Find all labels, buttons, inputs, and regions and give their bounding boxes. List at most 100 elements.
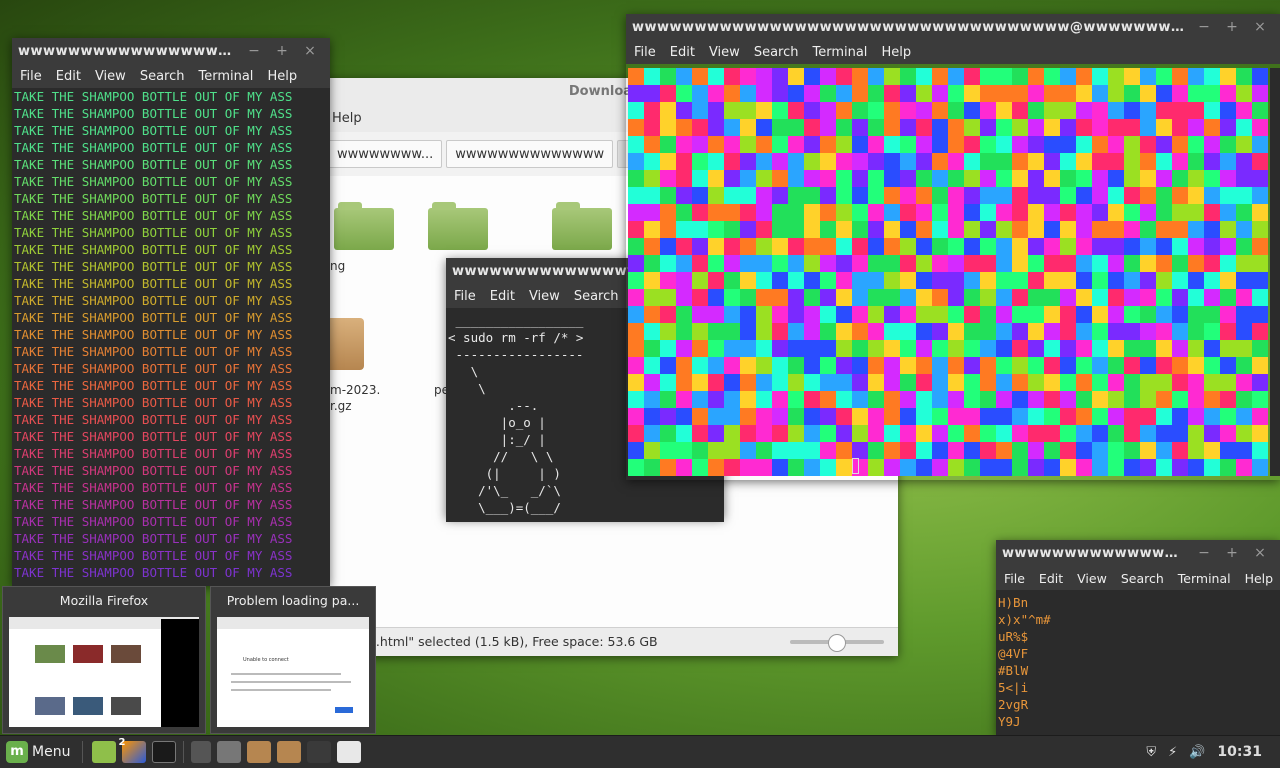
menu-help[interactable]: Help [877, 45, 917, 60]
window-title: wwwwwwwwwwwwwwww... [1002, 545, 1190, 561]
window-preview-firefox[interactable]: Mozilla Firefox [2, 586, 206, 734]
breadcrumb: wwwwwwww... wwwwwwwwwwwwww ⬇ D [328, 140, 665, 168]
menu-view[interactable]: View [705, 45, 746, 60]
close-button[interactable]: × [1246, 19, 1274, 35]
menu-file[interactable]: File [16, 69, 48, 84]
menu-edit[interactable]: Edit [52, 69, 87, 84]
zoom-slider[interactable] [790, 634, 884, 652]
text-editor-icon[interactable] [337, 741, 362, 763]
output-line: x)x"^m# [998, 612, 1051, 627]
output-line: TAKE THE SHAMPOO BOTTLE OUT OF MY ASS [14, 191, 293, 206]
error-heading: Unable to connect [243, 657, 289, 663]
status-text: n.html" selected (1.5 kB), Free space: 5… [368, 634, 658, 649]
output-line: TAKE THE SHAMPOO BOTTLE OUT OF MY ASS [14, 446, 293, 461]
close-button[interactable]: × [1246, 545, 1274, 561]
output-line: TAKE THE SHAMPOO BOTTLE OUT OF MY ASS [14, 378, 293, 393]
output-line: TAKE THE SHAMPOO BOTTLE OUT OF MY ASS [14, 327, 293, 342]
taskbar: m Menu 2 ⛨ ⚡ 🔊 10:31 [0, 735, 1280, 768]
menu-file[interactable]: File [450, 289, 482, 304]
output-line: uR%$ [998, 629, 1029, 644]
output-line: @4VF [998, 646, 1029, 661]
output-line: TAKE THE SHAMPOO BOTTLE OUT OF MY ASS [14, 123, 293, 138]
menu-help[interactable]: Help [263, 69, 303, 84]
minimize-button[interactable]: − [240, 43, 268, 59]
window-button-icon[interactable] [217, 741, 242, 763]
breadcrumb-item[interactable]: wwwwwwww... [328, 140, 443, 168]
window-button-icon[interactable] [307, 741, 332, 763]
pixel-noise-output [628, 68, 1268, 476]
minimize-button[interactable]: − [1190, 545, 1218, 561]
output-line: TAKE THE SHAMPOO BOTTLE OUT OF MY ASS [14, 276, 293, 291]
menu-file[interactable]: File [630, 45, 662, 60]
menu-terminal[interactable]: Terminal [1174, 571, 1237, 586]
output-line: TAKE THE SHAMPOO BOTTLE OUT OF MY ASS [14, 361, 293, 376]
minimize-button[interactable]: − [1190, 19, 1218, 35]
firefox-launcher-icon[interactable]: 2 [118, 737, 147, 763]
output-line: TAKE THE SHAMPOO BOTTLE OUT OF MY ASS [14, 259, 293, 274]
terminal-launcher-icon[interactable] [152, 741, 177, 763]
output-line: TAKE THE SHAMPOO BOTTLE OUT OF MY ASS [14, 106, 293, 121]
menu-view[interactable]: View [1073, 571, 1113, 586]
menu-file[interactable]: File [1000, 571, 1031, 586]
maximize-button[interactable]: + [1218, 545, 1246, 561]
output-line: 5<|i [998, 680, 1029, 695]
menu-label: Menu [32, 744, 71, 760]
files-launcher-icon[interactable] [92, 741, 117, 763]
maximize-button[interactable]: + [268, 43, 296, 59]
menu-edit[interactable]: Edit [1035, 571, 1069, 586]
terminal-window-left[interactable]: wwwwwwwwwwwwwwwww... − + × File Edit Vie… [12, 38, 330, 586]
archive-icon[interactable] [324, 318, 364, 370]
output-line: TAKE THE SHAMPOO BOTTLE OUT OF MY ASS [14, 514, 293, 529]
window-preview-problem-loading[interactable]: Problem loading pa... Unable to connect [210, 586, 376, 734]
output-line: TAKE THE SHAMPOO BOTTLE OUT OF MY ASS [14, 242, 293, 257]
menu-search[interactable]: Search [570, 289, 625, 304]
folder-icon[interactable] [428, 202, 488, 250]
network-icon[interactable]: ⚡ [1168, 745, 1177, 760]
folder-icon[interactable] [334, 202, 394, 250]
menu-search[interactable]: Search [750, 45, 805, 60]
output-line: TAKE THE SHAMPOO BOTTLE OUT OF MY ASS [14, 208, 293, 223]
shield-icon[interactable]: ⛨ [1146, 745, 1156, 760]
menu-search[interactable]: Search [136, 69, 191, 84]
zoom-slider-knob[interactable] [828, 634, 846, 652]
menu-help[interactable]: Help [332, 111, 362, 126]
terminal-cursor [852, 458, 859, 474]
menu-view[interactable]: View [525, 289, 566, 304]
output-line: Y9J [998, 714, 1021, 729]
output-line: 2vgR [998, 697, 1029, 712]
output-line: H)Bn [998, 595, 1029, 610]
menu-view[interactable]: View [91, 69, 132, 84]
output-line: TAKE THE SHAMPOO BOTTLE OUT OF MY ASS [14, 225, 293, 240]
menu-edit[interactable]: Edit [486, 289, 521, 304]
menu-button[interactable]: m Menu [0, 741, 76, 763]
scrollbar[interactable] [1270, 68, 1280, 476]
terminal-output[interactable]: H)Bn x)x"^m# uR%$ @4VF #BlW 5<|i 2vgR Y9… [996, 590, 1280, 740]
terminal-window-small[interactable]: wwwwwwwwwwwwwwww... − + × File Edit View… [996, 540, 1280, 740]
window-count-badge: 2 [118, 737, 126, 748]
maximize-button[interactable]: + [1218, 19, 1246, 35]
window-button-icon[interactable] [191, 741, 212, 763]
terminal-window-pixels[interactable]: wwwwwwwwwwwwwwwwwwwwwwwwwwwwwwwwwww@wwww… [626, 14, 1280, 480]
archive-window-icon[interactable] [277, 741, 302, 763]
file-label: m-2023. r.gz [330, 383, 381, 413]
system-tray: ⛨ ⚡ 🔊 10:31 [1140, 736, 1280, 768]
volume-icon[interactable]: 🔊 [1189, 745, 1205, 760]
clock[interactable]: 10:31 [1217, 744, 1262, 760]
output-line: TAKE THE SHAMPOO BOTTLE OUT OF MY ASS [14, 310, 293, 325]
menu-help[interactable]: Help [1241, 571, 1280, 586]
archive-window-icon[interactable] [247, 741, 272, 763]
folder-icon[interactable] [552, 202, 612, 250]
status-bar: n.html" selected (1.5 kB), Free space: 5… [320, 627, 898, 656]
output-line: TAKE THE SHAMPOO BOTTLE OUT OF MY ASS [14, 531, 293, 546]
output-line: TAKE THE SHAMPOO BOTTLE OUT OF MY ASS [14, 463, 293, 478]
terminal-output[interactable]: TAKE THE SHAMPOO BOTTLE OUT OF MY ASS TAK… [12, 88, 330, 586]
close-button[interactable]: × [296, 43, 324, 59]
output-line: TAKE THE SHAMPOO BOTTLE OUT OF MY ASS [14, 157, 293, 172]
menu-edit[interactable]: Edit [666, 45, 701, 60]
menu-search[interactable]: Search [1117, 571, 1170, 586]
output-line: TAKE THE SHAMPOO BOTTLE OUT OF MY ASS [14, 344, 293, 359]
output-line: TAKE THE SHAMPOO BOTTLE OUT OF MY ASS [14, 140, 293, 155]
menu-terminal[interactable]: Terminal [194, 69, 259, 84]
breadcrumb-item[interactable]: wwwwwwwwwwwwww [446, 140, 614, 168]
menu-terminal[interactable]: Terminal [808, 45, 873, 60]
